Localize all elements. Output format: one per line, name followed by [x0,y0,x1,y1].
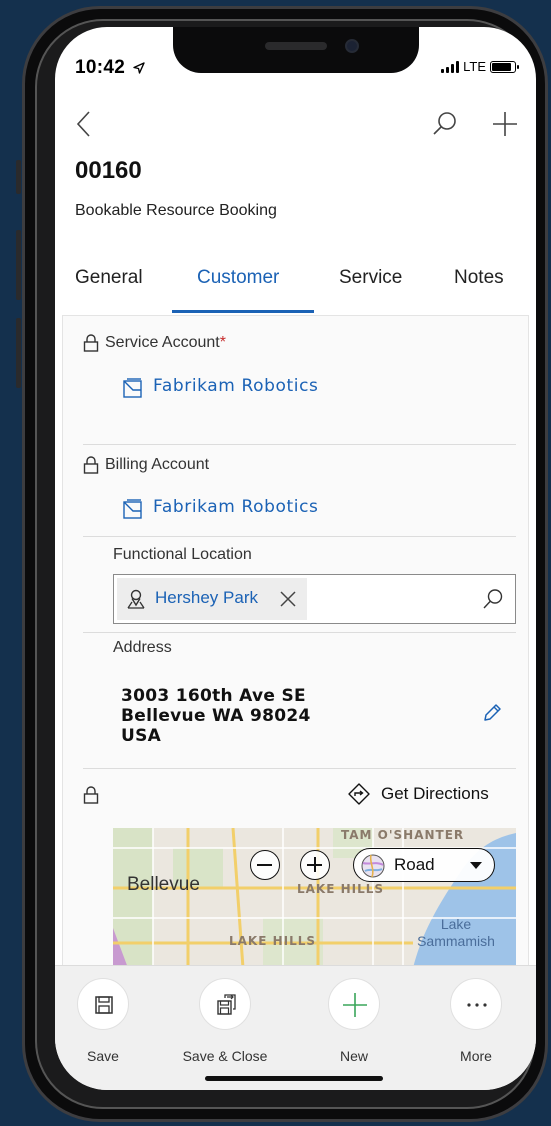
map-label-lake-hills: LAKE HILLS [297,882,385,896]
notch [173,27,419,73]
add-button[interactable] [490,109,520,139]
new-label: New [339,1048,368,1064]
map-city-label: Bellevue [127,874,200,895]
tab-general[interactable]: General [75,267,143,289]
search-icon[interactable] [481,587,505,611]
divider [83,632,516,633]
map-style-dropdown[interactable]: Road [353,848,495,882]
address-line-2: Bellevue WA 98024 [121,706,311,726]
battery-icon [490,60,519,73]
speaker-grille [265,42,327,50]
chevron-left-icon [76,111,90,137]
tab-notes[interactable]: Notes [454,267,504,289]
account-icon [123,499,142,519]
new-button[interactable]: New [299,978,409,1064]
required-indicator: * [219,334,226,351]
billing-account-label: Billing Account [105,456,210,473]
functional-location-label: Functional Location [113,546,252,563]
address-line-3: USA [121,726,162,746]
functional-location-value: Hershey Park [155,588,258,607]
save-button[interactable]: Save [55,978,158,1064]
divider [83,536,516,537]
close-icon[interactable] [277,588,299,610]
search-icon [433,112,456,135]
cellular-signal-icon [441,60,460,73]
map-lake-line1: Lake [440,916,472,932]
side-button-volume-down [16,318,21,388]
globe-icon [361,854,385,878]
service-account-link[interactable]: Fabrikam Robotics [153,376,319,396]
plus-icon [493,112,517,136]
active-tab-indicator [172,310,314,313]
more-button[interactable]: More [421,978,531,1064]
address-value: 3003 160th Ave SE Bellevue WA 98024 USA [121,686,311,746]
functional-location-field[interactable]: Hershey Park [113,574,516,624]
status-indicators: LTE [441,59,519,74]
command-bar: Save Save & Close New More [55,965,536,1090]
zoom-out-button[interactable] [250,850,280,880]
map-view[interactable]: TAM O'SHANTER LAKE HILLS LAKE HILLS Bell… [113,828,516,968]
lock-icon [83,334,99,352]
edit-pencil-icon[interactable] [481,702,503,724]
side-button-mute [16,160,21,194]
save-close-icon [199,978,251,1030]
location-arrow-icon [133,62,145,74]
save-close-button[interactable]: Save & Close [170,978,280,1064]
lock-icon [83,456,99,474]
lock-icon [83,786,99,804]
side-button-volume-up [16,230,21,300]
map-style-value: Road [394,855,435,874]
location-pin-icon [127,589,145,609]
save-icon [77,978,129,1030]
service-account-label: Service Account* [105,334,226,351]
chevron-down-icon [470,862,482,869]
entity-name: Bookable Resource Booking [75,202,277,219]
tab-customer[interactable]: Customer [197,267,279,289]
address-line-1: 3003 160th Ave SE [121,686,306,706]
front-camera [345,39,359,53]
save-close-label: Save & Close [182,1048,268,1064]
more-label: More [460,1048,492,1064]
tab-bar: General Customer Service Notes [55,255,536,315]
back-button[interactable] [73,109,97,139]
billing-account-link[interactable]: Fabrikam Robotics [153,497,319,517]
map-lake-line2: Sammamish [417,933,495,949]
network-type: LTE [463,59,486,74]
divider [83,768,516,769]
plus-icon [328,978,380,1030]
directions-icon[interactable] [348,783,370,805]
divider [83,444,516,445]
more-icon [450,978,502,1030]
map-label-tam-oshanter: TAM O'SHANTER [341,828,465,842]
record-title: 00160 [75,157,142,184]
map-lake-label: Lake Sammamish [401,916,511,950]
zoom-in-button[interactable] [300,850,330,880]
get-directions-link[interactable]: Get Directions [381,784,489,804]
tab-service[interactable]: Service [339,267,402,289]
home-indicator[interactable] [205,1076,383,1081]
customer-form: Service Account* Fabrikam Robotics Billi… [62,315,529,968]
save-label: Save [87,1048,119,1064]
account-icon [123,378,142,398]
status-time: 10:42 [75,57,145,79]
address-label: Address [113,639,172,656]
search-button[interactable] [430,109,460,139]
map-label-lake-hills: LAKE HILLS [229,934,317,948]
functional-location-chip[interactable]: Hershey Park [117,578,307,620]
battery-level [492,62,511,71]
app-screen: 10:42 LTE 00160 Bookable Resource Bookin… [55,27,536,1090]
